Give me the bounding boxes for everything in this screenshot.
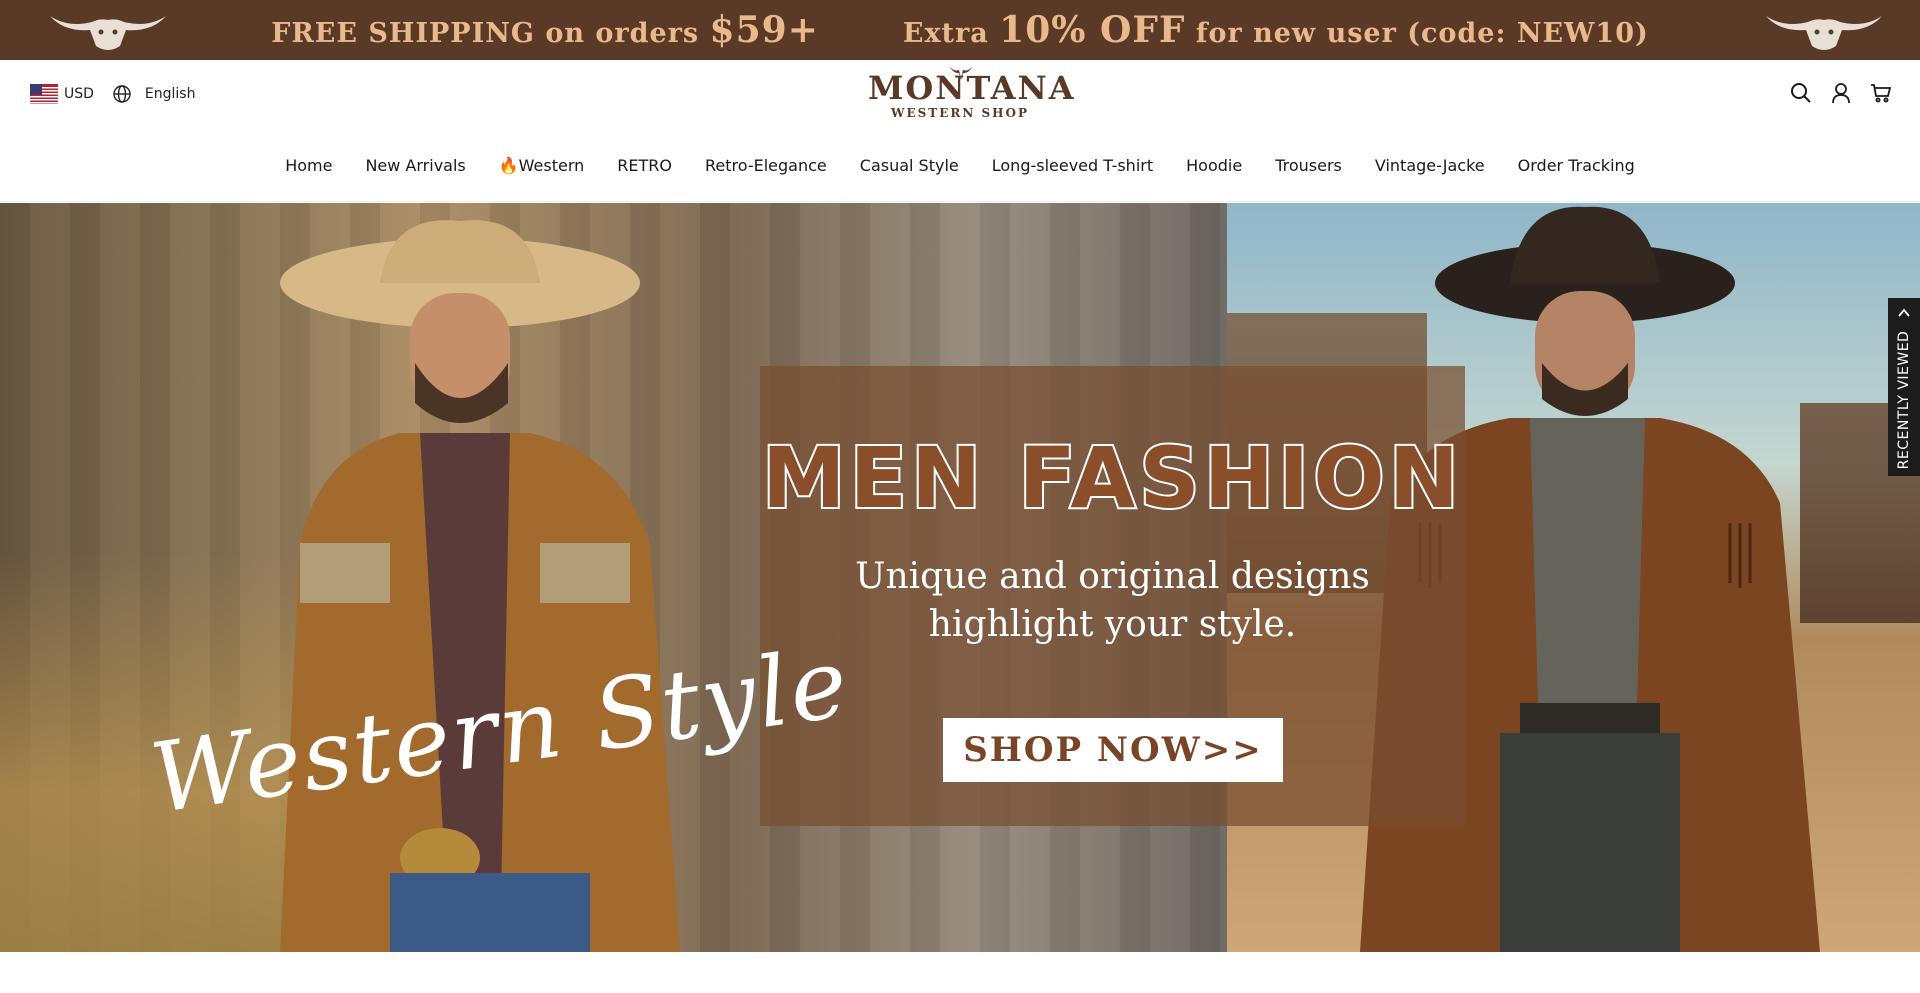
- hero-subhead-line1: Unique and original designs: [855, 556, 1370, 597]
- longhorn-skull-icon: [50, 16, 166, 50]
- longhorn-skull-icon: [1766, 16, 1882, 50]
- cart-icon[interactable]: [1870, 82, 1892, 104]
- hero-banner[interactable]: MEN FASHION Unique and original designs …: [0, 203, 1920, 952]
- shipping-message: FREE SHIPPING on orders $59+: [271, 9, 819, 51]
- logo-sub: WESTERN SHOP: [891, 106, 1029, 120]
- hero-subhead: Unique and original designs highlight yo…: [760, 553, 1465, 649]
- account-icon[interactable]: [1830, 82, 1852, 104]
- site-header: USD English MONTANA WESTERN SHOP Home Ne…: [0, 60, 1920, 202]
- nav-item-retro[interactable]: RETRO: [601, 156, 689, 175]
- locale-selector: USD English: [30, 84, 195, 104]
- hero-headline: MEN FASHION: [760, 429, 1464, 527]
- site-logo[interactable]: MONTANA WESTERN SHOP: [868, 66, 1074, 120]
- announcement-bar: FREE SHIPPING on orders $59+ Extra 10% O…: [0, 0, 1920, 60]
- globe-icon[interactable]: [112, 84, 132, 104]
- us-flag-icon[interactable]: [30, 84, 58, 104]
- language-selector[interactable]: English: [145, 86, 196, 102]
- nav-item-retro-elegance[interactable]: Retro-Elegance: [689, 156, 844, 175]
- chevron-up-icon: [1898, 308, 1910, 317]
- recently-viewed-tab[interactable]: RECENTLY VIEWED: [1888, 298, 1920, 476]
- nav-item-new-arrivals[interactable]: New Arrivals: [349, 156, 482, 175]
- longhorn-logo-icon: [949, 66, 973, 80]
- hero-subhead-line2: highlight your style.: [928, 604, 1297, 645]
- nav-item-casual-style[interactable]: Casual Style: [843, 156, 975, 175]
- nav-item-western[interactable]: 🔥Western: [482, 156, 601, 175]
- header-actions: [1790, 82, 1892, 104]
- cowboy-model-image: [280, 220, 680, 952]
- nav-item-long-sleeved-t-shirt[interactable]: Long-sleeved T-shirt: [975, 156, 1169, 175]
- nav-item-order-tracking[interactable]: Order Tracking: [1501, 156, 1651, 175]
- nav-item-vintage-jacke[interactable]: Vintage-Jacke: [1358, 156, 1501, 175]
- nav-item-trousers[interactable]: Trousers: [1259, 156, 1359, 175]
- shop-now-button[interactable]: SHOP NOW>>: [943, 718, 1283, 782]
- nav-item-hoodie[interactable]: Hoodie: [1170, 156, 1259, 175]
- nav-item-home[interactable]: Home: [269, 156, 349, 175]
- main-nav: Home New Arrivals 🔥Western RETRO Retro-E…: [0, 156, 1920, 175]
- search-icon[interactable]: [1790, 82, 1812, 104]
- offer-message: Extra 10% OFF for new user (code: NEW10): [902, 9, 1649, 51]
- currency-selector[interactable]: USD: [64, 86, 94, 102]
- recently-viewed-label: RECENTLY VIEWED: [1896, 330, 1912, 470]
